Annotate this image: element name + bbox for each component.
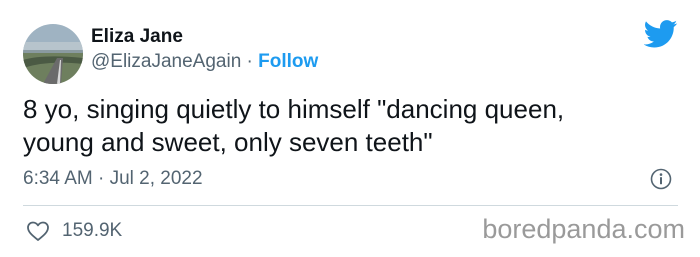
info-icon[interactable] xyxy=(650,168,672,190)
divider xyxy=(23,205,678,206)
tweet-line: 8 yo, singing quietly to himself "dancin… xyxy=(23,94,565,124)
tweet-text: 8 yo, singing quietly to himself "dancin… xyxy=(23,93,673,159)
twitter-bird-icon[interactable] xyxy=(643,20,678,48)
author-handle-row: @ElizaJaneAgain · Follow xyxy=(91,51,318,73)
avatar[interactable] xyxy=(23,24,83,84)
tweet-line: young and sweet, only seven teeth" xyxy=(23,127,433,157)
handle-separator: · xyxy=(246,51,253,72)
heart-icon[interactable] xyxy=(26,220,50,242)
tweet-timestamp[interactable]: 6:34 AM · Jul 2, 2022 xyxy=(23,168,203,190)
author-name[interactable]: Eliza Jane xyxy=(91,26,183,48)
author-handle[interactable]: @ElizaJaneAgain xyxy=(91,51,241,72)
like-count[interactable]: 159.9K xyxy=(62,220,134,242)
watermark: boredpanda.com xyxy=(482,214,685,244)
follow-button[interactable]: Follow xyxy=(258,51,318,72)
